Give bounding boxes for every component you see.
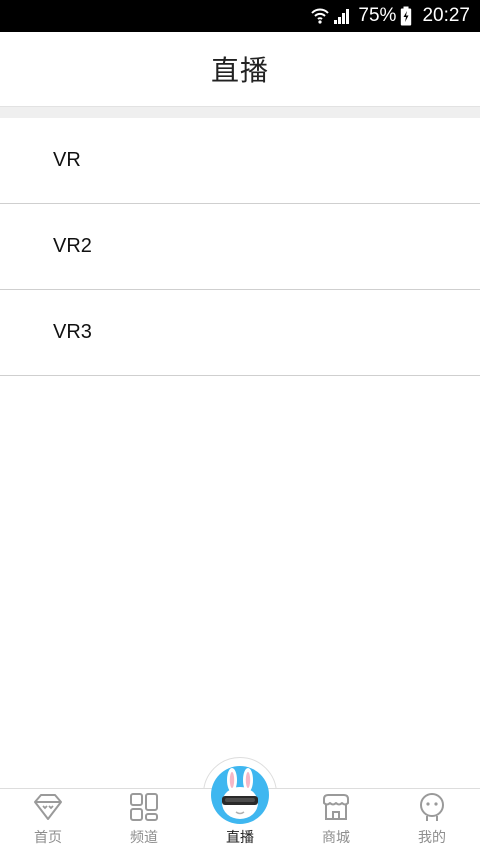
page-title: 直播 [210,54,269,87]
status-bar: 75% 20:27 [0,0,480,32]
tab-channels-label: 频道 [130,830,158,846]
diamond-face-icon [34,794,62,820]
shop-icon [323,794,349,820]
tab-home[interactable]: 首页 [0,789,96,853]
list-item-label: VR3 [53,321,92,343]
battery-percent: 75% [358,5,397,26]
list-item-vr[interactable]: VR [0,118,480,204]
tab-live-label: 直播 [226,830,254,846]
battery-charging-icon [400,6,412,26]
separator-band [0,106,480,118]
list-item-vr3[interactable]: VR3 [0,290,480,376]
tab-home-label: 首页 [34,830,62,846]
channel-list: VR VR2 VR3 [0,118,480,376]
header: 直播 [0,32,480,106]
tab-channels[interactable]: 频道 [96,789,192,853]
tab-shop-label: 商城 [322,830,350,846]
wifi-icon [311,7,330,25]
list-item-vr2[interactable]: VR2 [0,204,480,290]
list-item-label: VR [53,149,81,171]
grid-icon [130,793,158,821]
screen: 75% 20:27 直播 VR VR2 VR3 首页 频道 直播 商城 我的 [0,0,480,853]
tab-mine-label: 我的 [418,830,446,846]
clock: 20:27 [422,5,470,26]
list-item-label: VR2 [53,235,92,257]
tab-shop[interactable]: 商城 [288,789,384,853]
profile-face-icon [420,793,444,821]
vr-rabbit-avatar-icon[interactable] [211,766,269,824]
signal-icon [333,7,351,25]
tab-mine[interactable]: 我的 [384,789,480,853]
